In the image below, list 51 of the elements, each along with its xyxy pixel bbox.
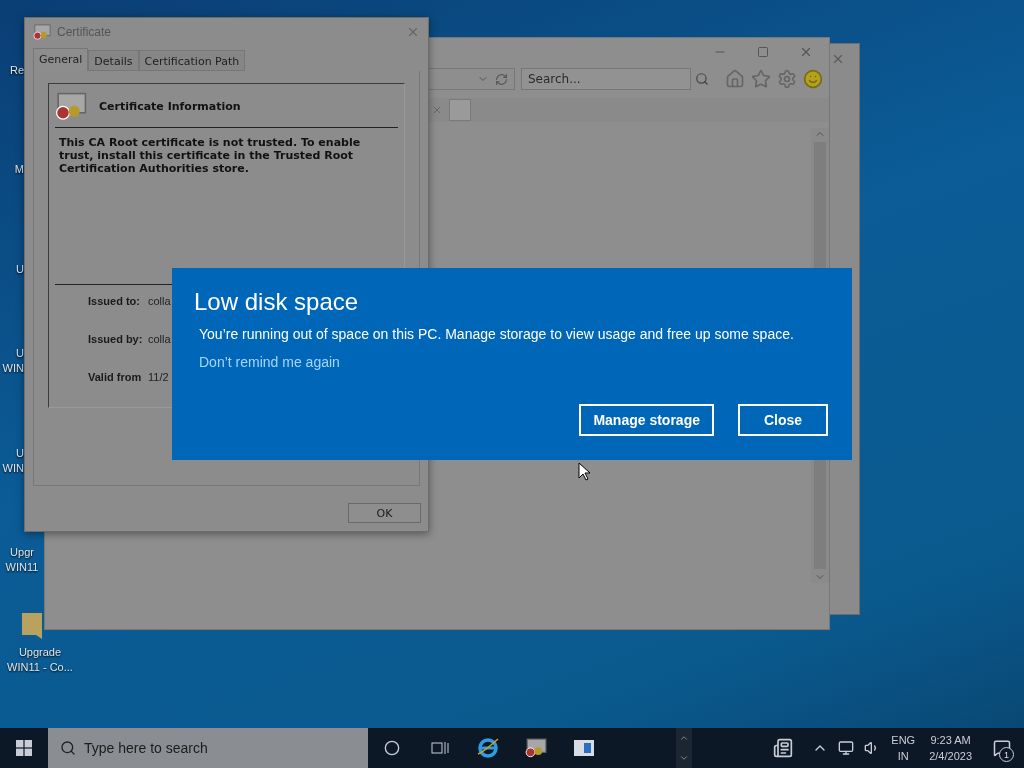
- desktop-icon-label[interactable]: U WIN: [2, 346, 24, 376]
- desktop-icon-label[interactable]: Upgrade WIN11 - Co...: [7, 644, 73, 675]
- clock[interactable]: 9:23 AM 2/4/2023: [921, 732, 980, 764]
- ok-button[interactable]: OK: [348, 503, 421, 523]
- field-label: Issued to:: [88, 295, 141, 307]
- field-value: colla: [148, 295, 171, 307]
- language-indicator[interactable]: ENG IN: [885, 732, 922, 764]
- refresh-icon[interactable]: [495, 72, 508, 86]
- smiley-icon[interactable]: [803, 69, 823, 89]
- desktop-icon-label[interactable]: U WIN: [2, 445, 24, 476]
- home-icon[interactable]: [725, 69, 745, 89]
- desktop-icon-label[interactable]: Upgr WIN11: [5, 545, 39, 575]
- field-label: Valid from: [88, 371, 143, 383]
- field-label: Issued by:: [88, 333, 144, 345]
- mouse-cursor: [578, 462, 590, 481]
- desktop-icon-label[interactable]: M: [14, 162, 24, 177]
- windows-logo-icon: [16, 740, 32, 756]
- certificate-icon: [525, 738, 547, 758]
- section-heading: Certificate Information: [99, 99, 241, 113]
- dialog-button[interactable]: Close: [738, 404, 828, 436]
- field-value: 11/2: [148, 371, 169, 383]
- taskbar-search-field[interactable]: Type here to search: [84, 740, 344, 756]
- dialog-message: You’re running out of space on this PC. Manage storage to view usage and free up some space.: [198, 326, 795, 342]
- settings-icon[interactable]: [777, 69, 797, 89]
- taskbar-search-bar[interactable]: Type here to search: [48, 728, 368, 768]
- dialog-button[interactable]: Manage storage: [579, 404, 714, 436]
- desktop-icon-label[interactable]: U: [16, 261, 24, 277]
- tab[interactable]: Details: [88, 50, 139, 71]
- tab[interactable]: Certification Path: [138, 50, 246, 71]
- close-tab-icon[interactable]: [431, 104, 443, 116]
- dismiss-link[interactable]: Don’t remind me again: [194, 354, 340, 370]
- notification-icon: [993, 739, 1011, 757]
- tab[interactable]: General: [33, 48, 89, 71]
- certificate-icon: [33, 23, 51, 41]
- search-icon[interactable]: [695, 72, 709, 86]
- field-value: colla: [148, 333, 171, 345]
- scroll-down-icon[interactable]: [678, 753, 689, 763]
- taskbar-scroll-arrows[interactable]: [675, 728, 692, 768]
- search-icon[interactable]: [60, 740, 76, 756]
- scroll-up-icon[interactable]: [678, 733, 689, 743]
- certificate-icon: [55, 92, 87, 121]
- dialog-title: Low disk space: [194, 288, 360, 316]
- desktop-icon-label[interactable]: Re: [9, 62, 24, 78]
- close-icon[interactable]: [406, 25, 420, 39]
- star-icon[interactable]: [751, 69, 771, 89]
- close-icon[interactable]: [799, 45, 813, 59]
- maximize-icon[interactable]: [757, 46, 769, 58]
- notification-button[interactable]: 1: [980, 728, 1024, 768]
- search-field[interactable]: Search...: [521, 68, 691, 90]
- close-icon[interactable]: [831, 52, 845, 66]
- new-tab-button[interactable]: [449, 99, 471, 121]
